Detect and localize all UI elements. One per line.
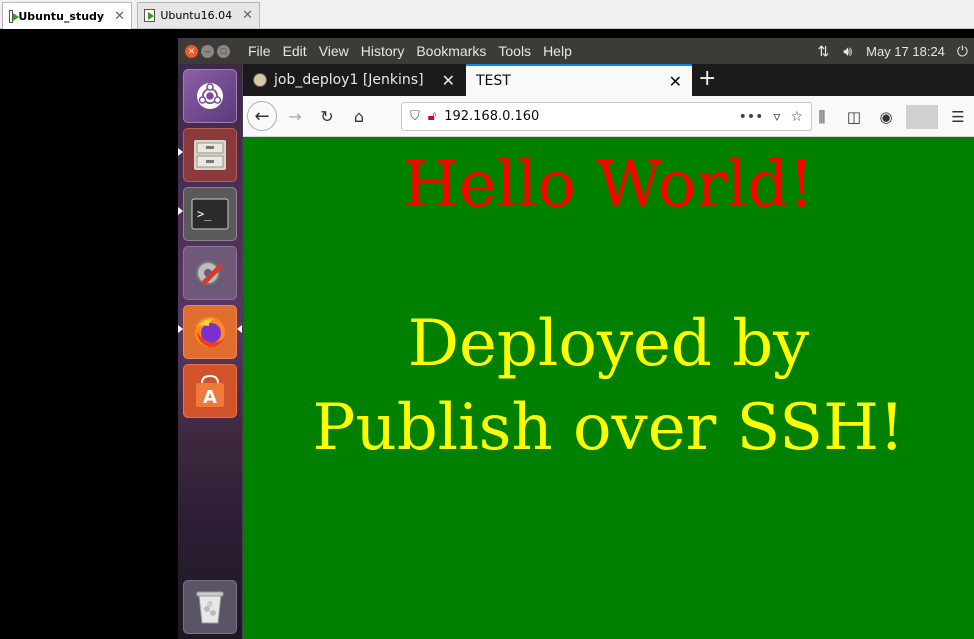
top-panel: ✕ – □ File Edit View History Bookmarks T…	[178, 38, 974, 64]
home-icon[interactable]: ⌂	[345, 102, 373, 130]
toolbar-right: ⫼ ◫ ◉ ☰	[806, 96, 974, 137]
new-tab-icon[interactable]: +	[698, 66, 716, 91]
launcher: >_ A	[178, 64, 243, 639]
network-icon[interactable]: ⇅	[818, 43, 830, 60]
tab-jenkins[interactable]: job_deploy1 [Jenkins] ✕	[243, 64, 465, 96]
tab-label: job_deploy1 [Jenkins]	[274, 72, 424, 88]
shield-icon[interactable]: ⛉	[410, 109, 420, 124]
active-indicator-icon	[237, 325, 242, 333]
bookmark-star-icon[interactable]: ☆	[790, 109, 803, 125]
maximize-window-icon[interactable]: □	[217, 44, 230, 58]
software-center-icon[interactable]: A	[183, 364, 237, 418]
reload-icon[interactable]: ↻	[313, 102, 341, 130]
page-message: Deployed by Publish over SSH!	[243, 302, 974, 470]
system-settings-icon[interactable]	[183, 246, 237, 300]
window-controls: ✕ – □	[178, 44, 248, 58]
vm-icon	[9, 9, 20, 23]
library-icon[interactable]: ⫼	[806, 108, 838, 126]
forward-icon[interactable]: →	[281, 102, 309, 130]
browser-tab-strip: job_deploy1 [Jenkins] ✕ TEST ✕ +	[243, 64, 974, 96]
menu-view[interactable]: View	[319, 43, 349, 59]
minimize-window-icon[interactable]: –	[201, 44, 214, 58]
url-actions: ••• ▿ ☆	[729, 109, 803, 125]
toolbar-divider	[906, 104, 938, 129]
pocket-icon[interactable]: ▿	[773, 109, 780, 125]
clock[interactable]: May 17 18:24	[866, 44, 945, 59]
firefox-icon[interactable]	[183, 305, 237, 359]
vm-tab-ubuntu1604[interactable]: Ubuntu16.04 ✕	[137, 2, 260, 28]
jenkins-favicon-icon	[253, 73, 267, 87]
url-text[interactable]: 192.168.0.160	[444, 109, 539, 124]
vm-tab-label: Ubuntu16.04	[160, 9, 233, 22]
ubuntu-dash-icon[interactable]	[183, 69, 237, 123]
back-icon[interactable]: ←	[247, 101, 277, 131]
hamburger-menu-icon[interactable]: ☰	[942, 108, 974, 126]
files-icon[interactable]	[183, 128, 237, 182]
sidebar-icon[interactable]: ◫	[838, 108, 870, 126]
close-icon[interactable]: ✕	[242, 8, 253, 23]
close-icon[interactable]: ✕	[442, 71, 455, 90]
terminal-icon[interactable]: >_	[183, 187, 237, 241]
page-heading: Hello World!	[402, 148, 815, 222]
close-icon[interactable]: ✕	[669, 72, 682, 91]
menu-bookmarks[interactable]: Bookmarks	[416, 43, 486, 59]
vm-icon	[144, 9, 156, 22]
url-bar[interactable]: ⛉ 🔓︎ 192.168.0.160 ••• ▿ ☆	[401, 102, 812, 131]
navigation-toolbar: ← → ↻ ⌂ ⛉ 🔓︎ 192.168.0.160 ••• ▿ ☆ ⫼ ◫ ◉…	[243, 96, 974, 137]
power-icon[interactable]: ⏻	[957, 43, 968, 60]
vm-tab-label: Ubuntu_study	[18, 9, 105, 23]
message-line-1: Deployed by	[407, 307, 810, 381]
trash-icon[interactable]	[183, 580, 237, 634]
insecure-lock-icon[interactable]: 🔓︎	[428, 109, 436, 124]
tab-label: TEST	[476, 73, 511, 89]
svg-text:>_: >_	[197, 207, 212, 221]
page-content: Hello World! Deployed by Publish over SS…	[243, 137, 974, 639]
indicator-area: ⇅ 🔊︎ May 17 18:24 ⏻	[818, 43, 974, 60]
menu-history[interactable]: History	[361, 43, 405, 59]
account-icon[interactable]: ◉	[870, 108, 902, 126]
menu-tools[interactable]: Tools	[498, 43, 531, 59]
vm-tab-strip: Ubuntu_study ✕ Ubuntu16.04 ✕	[0, 0, 974, 29]
tab-test[interactable]: TEST ✕	[466, 64, 692, 96]
menu-edit[interactable]: Edit	[283, 43, 307, 59]
svg-text:A: A	[203, 387, 217, 408]
close-icon[interactable]: ✕	[114, 9, 125, 24]
menu-help[interactable]: Help	[543, 43, 572, 59]
vm-tab-ubuntu-study[interactable]: Ubuntu_study ✕	[2, 2, 132, 29]
volume-icon[interactable]: 🔊︎	[843, 43, 852, 60]
menu-file[interactable]: File	[248, 43, 271, 59]
message-line-2: Publish over SSH!	[312, 391, 905, 465]
page-actions-icon[interactable]: •••	[739, 109, 764, 125]
close-window-icon[interactable]: ✕	[185, 44, 198, 58]
